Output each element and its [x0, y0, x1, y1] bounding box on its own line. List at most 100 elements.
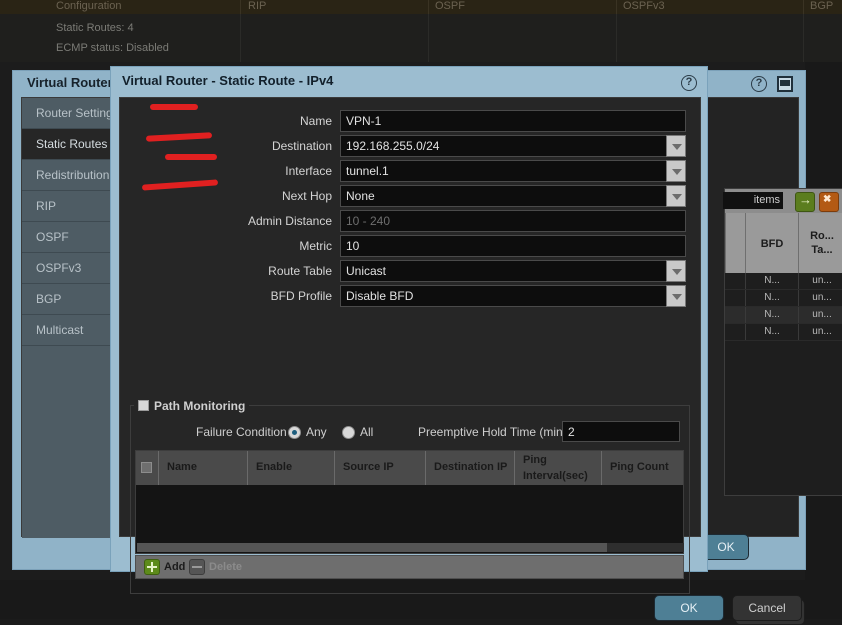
static-routes-grid: items BFD Ro... Ta... N...: [723, 188, 842, 496]
col-name[interactable]: Name: [159, 451, 248, 485]
grid-col-route-table[interactable]: Ro... Ta...: [798, 213, 842, 273]
radio-all-icon[interactable]: [342, 426, 355, 440]
label-route-table: Route Table: [268, 264, 332, 278]
radio-any-icon[interactable]: [288, 426, 301, 440]
bg-divider: [616, 0, 617, 14]
scrollbar-thumb[interactable]: [137, 543, 607, 552]
table-row[interactable]: N... un...: [725, 273, 842, 290]
add-button[interactable]: Add: [144, 559, 185, 576]
col-enable[interactable]: Enable: [248, 451, 335, 485]
delete-button-label: Delete: [209, 561, 243, 573]
grid-search-input[interactable]: items: [723, 192, 783, 209]
grid-column-header: BFD Ro... Ta...: [725, 213, 842, 273]
window-restore-icon[interactable]: [777, 76, 793, 92]
field-row-bfd-profile: BFD Profile Disable BFD: [120, 285, 700, 310]
page-title: Virtual Router - Static Route - IPv4: [122, 73, 334, 88]
preemptive-hold-time-field: [562, 421, 680, 442]
col-destination-ip[interactable]: Destination IP: [426, 451, 515, 485]
col-ping-interval[interactable]: Ping Interval(sec): [515, 451, 602, 485]
cell-route-table: un...: [798, 273, 842, 289]
failure-condition-all-option[interactable]: All: [342, 424, 373, 440]
name-field-wrap: [340, 110, 686, 132]
interface-select[interactable]: tunnel.1: [340, 160, 686, 182]
col-name-label: Name: [167, 461, 197, 473]
bg-ecmp-status: ECMP status: Disabled: [56, 42, 169, 54]
bg-divider: [428, 14, 429, 62]
col-ping-count[interactable]: Ping Count: [602, 451, 685, 485]
cell-bfd: N...: [745, 324, 798, 340]
chevron-down-icon[interactable]: [666, 260, 686, 282]
preemptive-hold-time-input[interactable]: [562, 421, 680, 442]
col-source-ip[interactable]: Source IP: [335, 451, 426, 485]
grid-col-bfd[interactable]: BFD: [745, 213, 798, 273]
path-monitoring-table: Name Enable Source IP Destination IP Pin…: [135, 450, 684, 554]
path-monitoring-checkbox[interactable]: [138, 400, 149, 412]
field-row-metric: Metric: [120, 235, 700, 260]
grid-col-bfd-label: BFD: [760, 238, 784, 250]
destination-value: 192.168.255.0/24: [340, 135, 666, 157]
failure-condition-any-option[interactable]: Any: [288, 424, 327, 440]
table-row[interactable]: N... un...: [725, 307, 842, 324]
plus-icon: [144, 559, 160, 576]
ok-button[interactable]: OK: [654, 595, 724, 621]
path-monitoring-group: Path Monitoring Failure Condition Any Al…: [130, 398, 690, 594]
static-route-ipv4-dialog: Virtual Router - Static Route - IPv4 ? N…: [110, 66, 802, 621]
cell-bfd: N...: [745, 290, 798, 306]
delete-button: Delete: [189, 559, 243, 576]
col-ping-interval-label-2: Interval(sec): [523, 470, 588, 482]
horizontal-scrollbar[interactable]: [137, 543, 684, 552]
grid-col-route-table-label-2: Ta...: [811, 244, 833, 256]
cell-route-table: un...: [798, 324, 842, 340]
chevron-down-icon[interactable]: [666, 185, 686, 207]
path-monitoring-legend[interactable]: Path Monitoring: [134, 398, 250, 413]
metric-input[interactable]: [340, 235, 686, 257]
path-monitoring-label: Path Monitoring: [154, 398, 246, 413]
bg-divider: [240, 0, 241, 14]
chevron-down-icon[interactable]: [666, 160, 686, 182]
close-x-icon[interactable]: [819, 192, 839, 212]
col-ping-interval-label-1: Ping: [523, 454, 547, 466]
next-hop-select[interactable]: None: [340, 185, 686, 207]
bg-col-ospfv3: OSPFv3: [623, 0, 665, 12]
cancel-button[interactable]: Cancel: [732, 595, 802, 621]
col-ping-count-label: Ping Count: [610, 461, 669, 473]
bg-divider: [803, 14, 804, 62]
radio-all-label: All: [360, 425, 374, 439]
chevron-down-icon[interactable]: [666, 135, 686, 157]
table-row[interactable]: N... un...: [725, 324, 842, 341]
field-row-name: Name: [120, 110, 700, 135]
minus-icon: [189, 559, 205, 576]
path-monitoring-table-header: Name Enable Source IP Destination IP Pin…: [136, 451, 683, 485]
chevron-down-icon[interactable]: [666, 285, 686, 307]
admin-distance-input[interactable]: [340, 210, 686, 232]
cell-bfd: N...: [745, 273, 798, 289]
bg-col-ospf: OSPF: [435, 0, 465, 12]
arrow-right-icon[interactable]: [795, 192, 815, 212]
help-circle-icon[interactable]: ?: [681, 75, 697, 91]
bg-divider: [616, 14, 617, 62]
select-all-checkbox-icon[interactable]: [141, 462, 152, 473]
table-row[interactable]: N... un...: [725, 290, 842, 307]
bg-divider: [803, 0, 804, 14]
cell-bfd: N...: [745, 307, 798, 323]
col-destination-ip-label: Destination IP: [434, 461, 508, 473]
modal-body: Name Destination 192.168.255.0/24 Interf…: [119, 97, 701, 594]
preemptive-hold-time-label: Preemptive Hold Time (min): [418, 425, 567, 439]
help-circle-icon[interactable]: ?: [751, 76, 767, 92]
annotation-stroke-name: [150, 104, 198, 110]
bg-col-configuration: Configuration: [56, 0, 122, 12]
vr-ok-button[interactable]: OK: [703, 534, 749, 560]
label-name: Name: [299, 114, 332, 128]
background-summary-panel: Static Routes: 4 ECMP status: Disabled: [0, 14, 842, 62]
route-table-select[interactable]: Unicast: [340, 260, 686, 282]
col-select-all[interactable]: [136, 451, 159, 485]
route-table-value: Unicast: [340, 260, 666, 282]
annotation-stroke-interface: [165, 154, 217, 160]
bfd-profile-select[interactable]: Disable BFD: [340, 285, 686, 307]
bg-divider: [240, 14, 241, 62]
name-input[interactable]: [340, 110, 686, 132]
grid-col-route-table-label-1: Ro...: [810, 230, 834, 242]
path-monitoring-action-bar: Add Delete: [135, 555, 684, 579]
destination-select[interactable]: 192.168.255.0/24: [340, 135, 686, 157]
label-metric: Metric: [299, 239, 332, 253]
